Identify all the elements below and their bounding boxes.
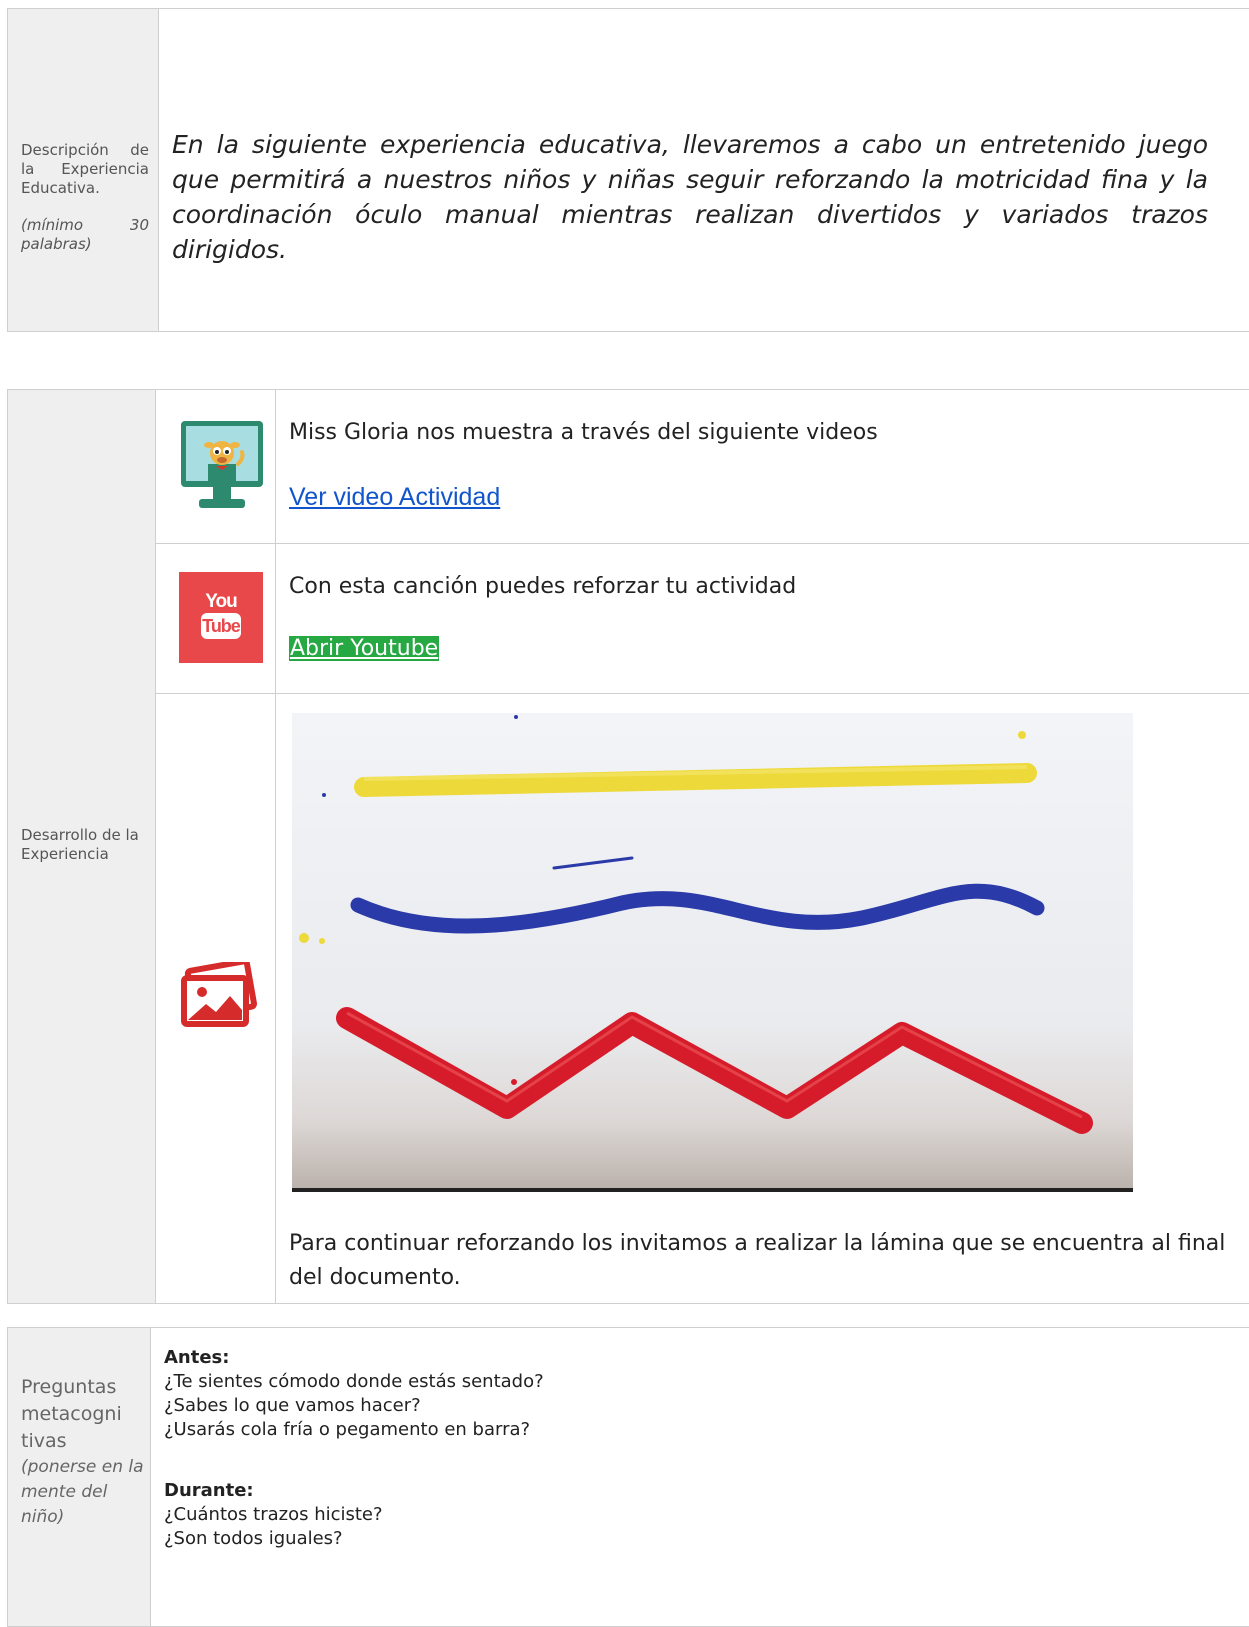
development-label-cell: Desarrollo de la Experiencia <box>7 389 156 1304</box>
youtube-text-cell: Con esta canción puedes reforzar tu acti… <box>275 543 1249 694</box>
video-text-cell: Miss Gloria nos muestra a través del sig… <box>275 389 1249 544</box>
youtube-icon-text-top: You <box>205 591 237 612</box>
image-text-cell: Para continuar reforzando los invitamos … <box>275 693 1249 1304</box>
youtube-icon-text-bottom: Tube <box>202 616 241 636</box>
during-question: ¿Cuántos trazos hiciste? <box>164 1504 383 1525</box>
description-label: Descripción de la Experiencia Educativa.… <box>21 141 149 254</box>
before-heading: Antes: <box>164 1347 230 1368</box>
image-icon-cell <box>155 693 276 1304</box>
description-label-text: Descripción de la Experiencia Educativa. <box>21 141 149 197</box>
description-text: En la siguiente experiencia educativa, l… <box>172 130 1208 264</box>
before-question: ¿Usarás cola fría o pegamento en barra? <box>164 1419 531 1440</box>
youtube-icon-cell: You Tube <box>155 543 276 694</box>
description-label-cell: Descripción de la Experiencia Educativa.… <box>7 8 159 332</box>
during-question: ¿Son todos iguales? <box>164 1528 343 1549</box>
youtube-icon: You Tube <box>179 572 263 663</box>
metacognitive-content-cell: Antes: ¿Te sientes cómodo donde estás se… <box>150 1327 1249 1627</box>
youtube-description: Con esta canción puedes reforzar tu acti… <box>289 574 797 599</box>
metacognitive-label-cell: Preguntas metacogni tivas (ponerse en la… <box>7 1327 151 1627</box>
open-youtube-link[interactable]: Abrir Youtube <box>289 636 440 661</box>
before-question: ¿Te sientes cómodo donde estás sentado? <box>164 1371 544 1392</box>
during-heading: Durante: <box>164 1480 254 1501</box>
metacognitive-label: Preguntas metacogni tivas (ponerse en la… <box>21 1374 146 1530</box>
description-label-note: (mínimo 30 palabras) <box>21 216 149 253</box>
video-activity-link[interactable]: Ver video Actividad <box>289 483 500 512</box>
painted-strokes-photo <box>292 713 1133 1192</box>
description-content-cell: En la siguiente experiencia educativa, l… <box>158 8 1249 332</box>
video-icon-cell <box>155 389 276 544</box>
monitor-cartoon-icon <box>181 421 263 508</box>
image-caption: Para continuar reforzando los invitamos … <box>289 1231 1226 1290</box>
development-label: Desarrollo de la Experiencia <box>21 826 139 863</box>
before-question: ¿Sabes lo que vamos hacer? <box>164 1395 421 1416</box>
video-description: Miss Gloria nos muestra a través del sig… <box>289 420 878 445</box>
photo-gallery-icon <box>181 962 257 1027</box>
metacognitive-label-note: (ponerse en la mente del niño) <box>21 1457 144 1527</box>
metacognitive-label-main: Preguntas metacogni tivas <box>21 1376 122 1452</box>
